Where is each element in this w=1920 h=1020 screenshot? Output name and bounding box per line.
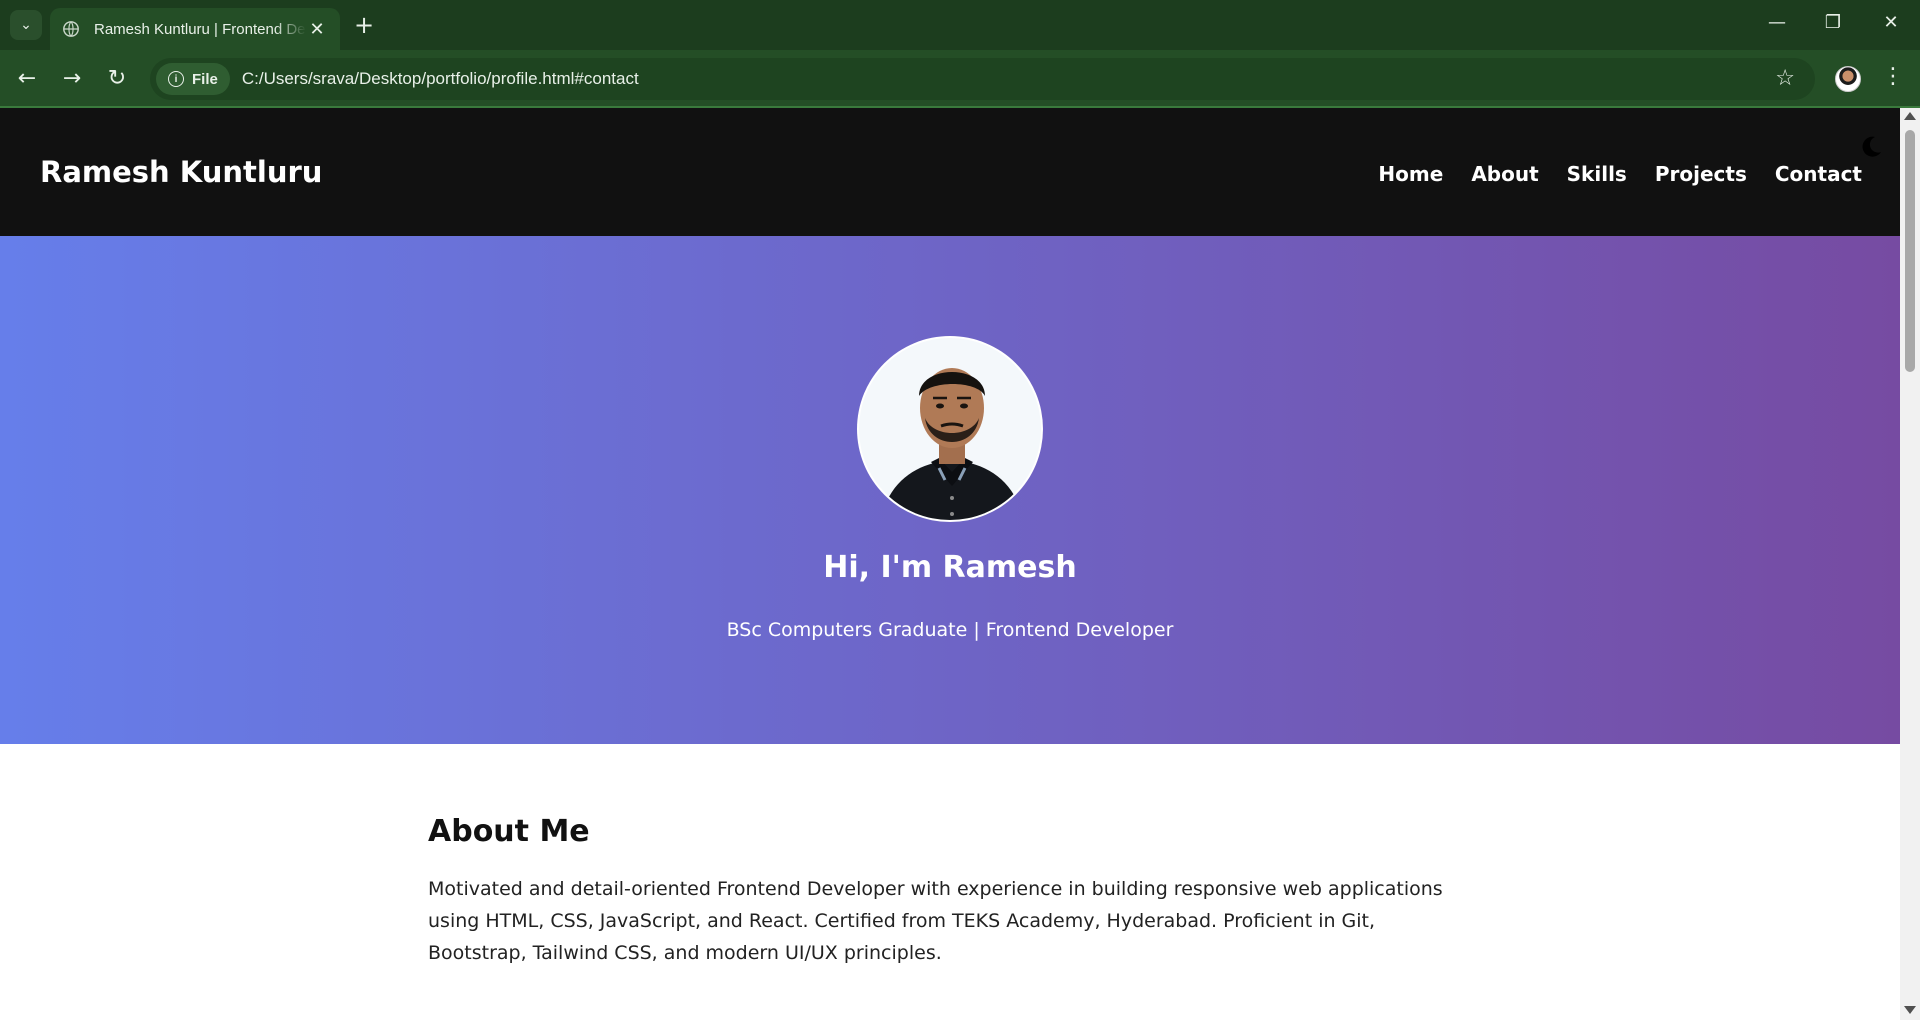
nav-home[interactable]: Home [1378, 162, 1443, 186]
scroll-down-icon[interactable] [1904, 1006, 1916, 1014]
profile-photo [857, 336, 1043, 522]
moon-icon[interactable] [1858, 134, 1884, 160]
hero-title: Hi, I'm Ramesh [823, 550, 1077, 585]
about-text: Motivated and detail-oriented Frontend D… [428, 878, 1443, 964]
site-info-chip[interactable]: i File [156, 63, 230, 95]
scrollbar-thumb[interactable] [1905, 130, 1915, 372]
chip-label: File [192, 70, 218, 88]
hero-section: Hi, I'm Ramesh BSc Computers Graduate | … [0, 236, 1900, 744]
menu-kebab-icon[interactable]: ⋮ [1882, 64, 1904, 89]
site-header: Ramesh Kuntluru Home About Skills Projec… [0, 108, 1900, 236]
restore-icon[interactable]: ❐ [1818, 12, 1848, 33]
site-logo[interactable]: Ramesh Kuntluru [40, 155, 322, 189]
nav-skills[interactable]: Skills [1567, 162, 1627, 186]
window-close-icon[interactable]: ✕ [1876, 12, 1906, 33]
site-nav: Home About Skills Projects Contact [1378, 162, 1862, 186]
scroll-up-icon[interactable] [1904, 112, 1916, 120]
nav-projects[interactable]: Projects [1655, 162, 1747, 186]
new-tab-icon[interactable]: + [354, 12, 374, 38]
tab-search-icon[interactable]: ⌄ [10, 10, 42, 40]
nav-about[interactable]: About [1471, 162, 1538, 186]
about-section: About Me Motivated and detail-oriented F… [428, 814, 1478, 969]
globe-icon [63, 21, 79, 37]
page-viewport: Ramesh Kuntluru Home About Skills Projec… [0, 108, 1900, 1020]
hero-subtitle: BSc Computers Graduate | Frontend Develo… [726, 619, 1174, 641]
url-text[interactable]: C:/Users/srava/Desktop/portfolio/profile… [242, 69, 639, 89]
address-bar[interactable]: i File C:/Users/srava/Desktop/portfolio/… [150, 58, 1815, 100]
close-icon[interactable]: ✕ [306, 19, 328, 40]
browser-tab-bar: ⌄ Ramesh Kuntluru | Frontend Developer ✕… [0, 0, 1920, 50]
nav-contact[interactable]: Contact [1775, 162, 1862, 186]
forward-icon[interactable]: → [57, 64, 87, 94]
tab-title: Ramesh Kuntluru | Frontend Developer [94, 20, 306, 38]
browser-toolbar: ← → ↻ i File C:/Users/srava/Desktop/port… [0, 50, 1920, 108]
back-icon[interactable]: ← [12, 64, 42, 94]
reload-icon[interactable]: ↻ [102, 64, 132, 94]
minimize-icon[interactable]: — [1762, 12, 1792, 33]
info-icon: i [168, 71, 184, 87]
browser-tab[interactable]: Ramesh Kuntluru | Frontend Developer ✕ [50, 8, 340, 50]
profile-avatar[interactable] [1835, 66, 1861, 92]
bookmark-star-icon[interactable]: ☆ [1775, 66, 1795, 91]
about-heading: About Me [428, 814, 590, 849]
